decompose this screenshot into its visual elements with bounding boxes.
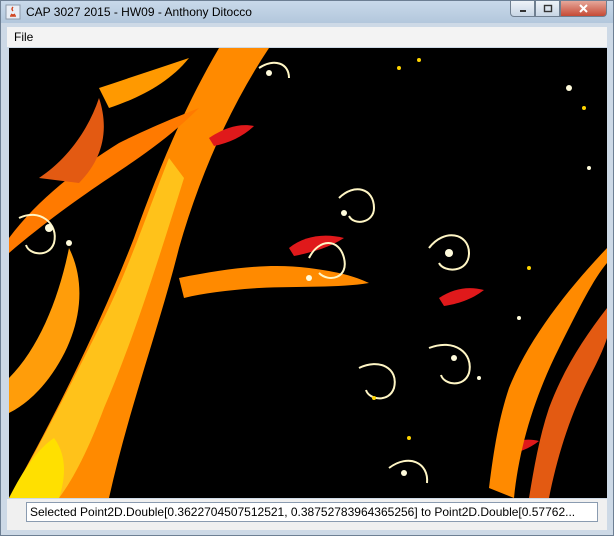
menu-file[interactable]: File [14,30,33,44]
window-title: CAP 3027 2015 - HW09 - Anthony Ditocco [26,5,252,19]
java-app-icon [5,4,21,20]
app-window: CAP 3027 2015 - HW09 - Anthony Ditocco F… [0,0,614,536]
menu-bar: File [7,27,607,47]
close-icon [579,4,588,13]
selection-status-field[interactable]: Selected Point2D.Double[0.36227045075125… [26,502,598,522]
fractal-image [9,48,607,498]
maximize-button[interactable] [535,1,560,17]
fractal-canvas[interactable] [9,48,607,498]
minimize-button[interactable] [510,1,535,17]
maximize-icon [543,4,552,12]
status-bar: Selected Point2D.Double[0.36227045075125… [7,499,607,530]
close-button[interactable] [560,1,607,17]
minimize-icon [519,9,526,12]
title-bar[interactable]: CAP 3027 2015 - HW09 - Anthony Ditocco [1,1,613,23]
